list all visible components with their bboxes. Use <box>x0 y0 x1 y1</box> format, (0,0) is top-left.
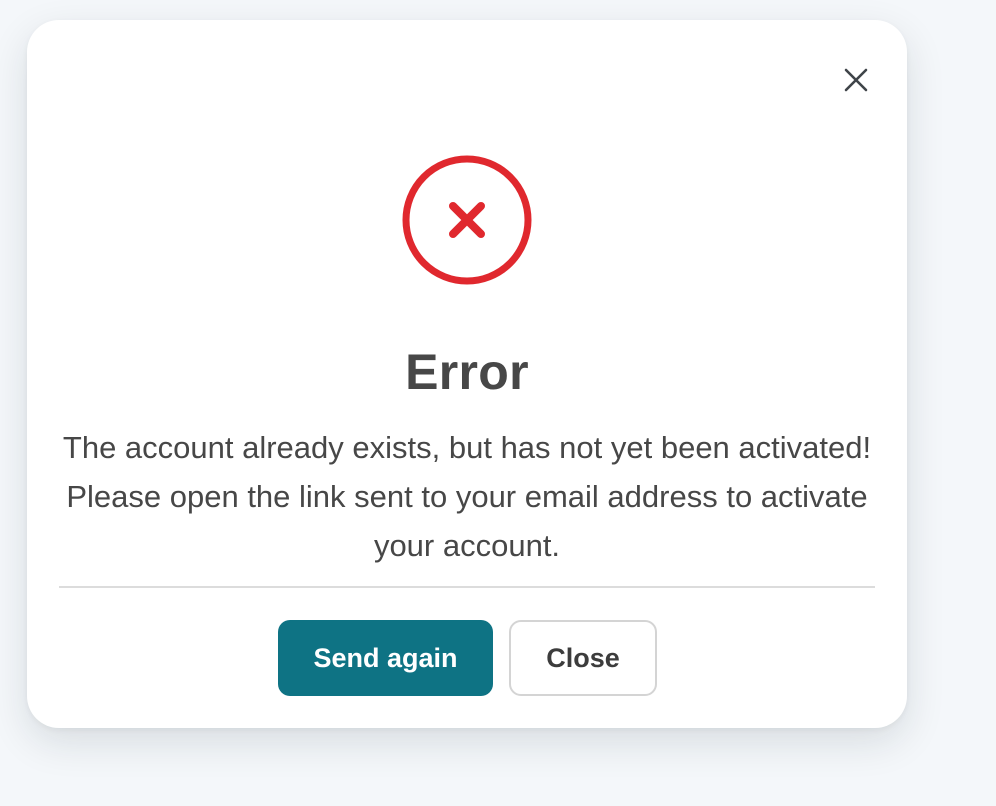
error-circle-icon <box>401 154 533 286</box>
close-icon[interactable] <box>841 65 871 95</box>
send-again-button[interactable]: Send again <box>278 620 493 696</box>
dialog-title: Error <box>405 344 529 400</box>
close-button[interactable]: Close <box>509 620 657 696</box>
divider <box>59 586 875 588</box>
error-dialog: Error The account already exists, but ha… <box>27 20 907 728</box>
dialog-message: The account already exists, but has not … <box>62 430 872 563</box>
